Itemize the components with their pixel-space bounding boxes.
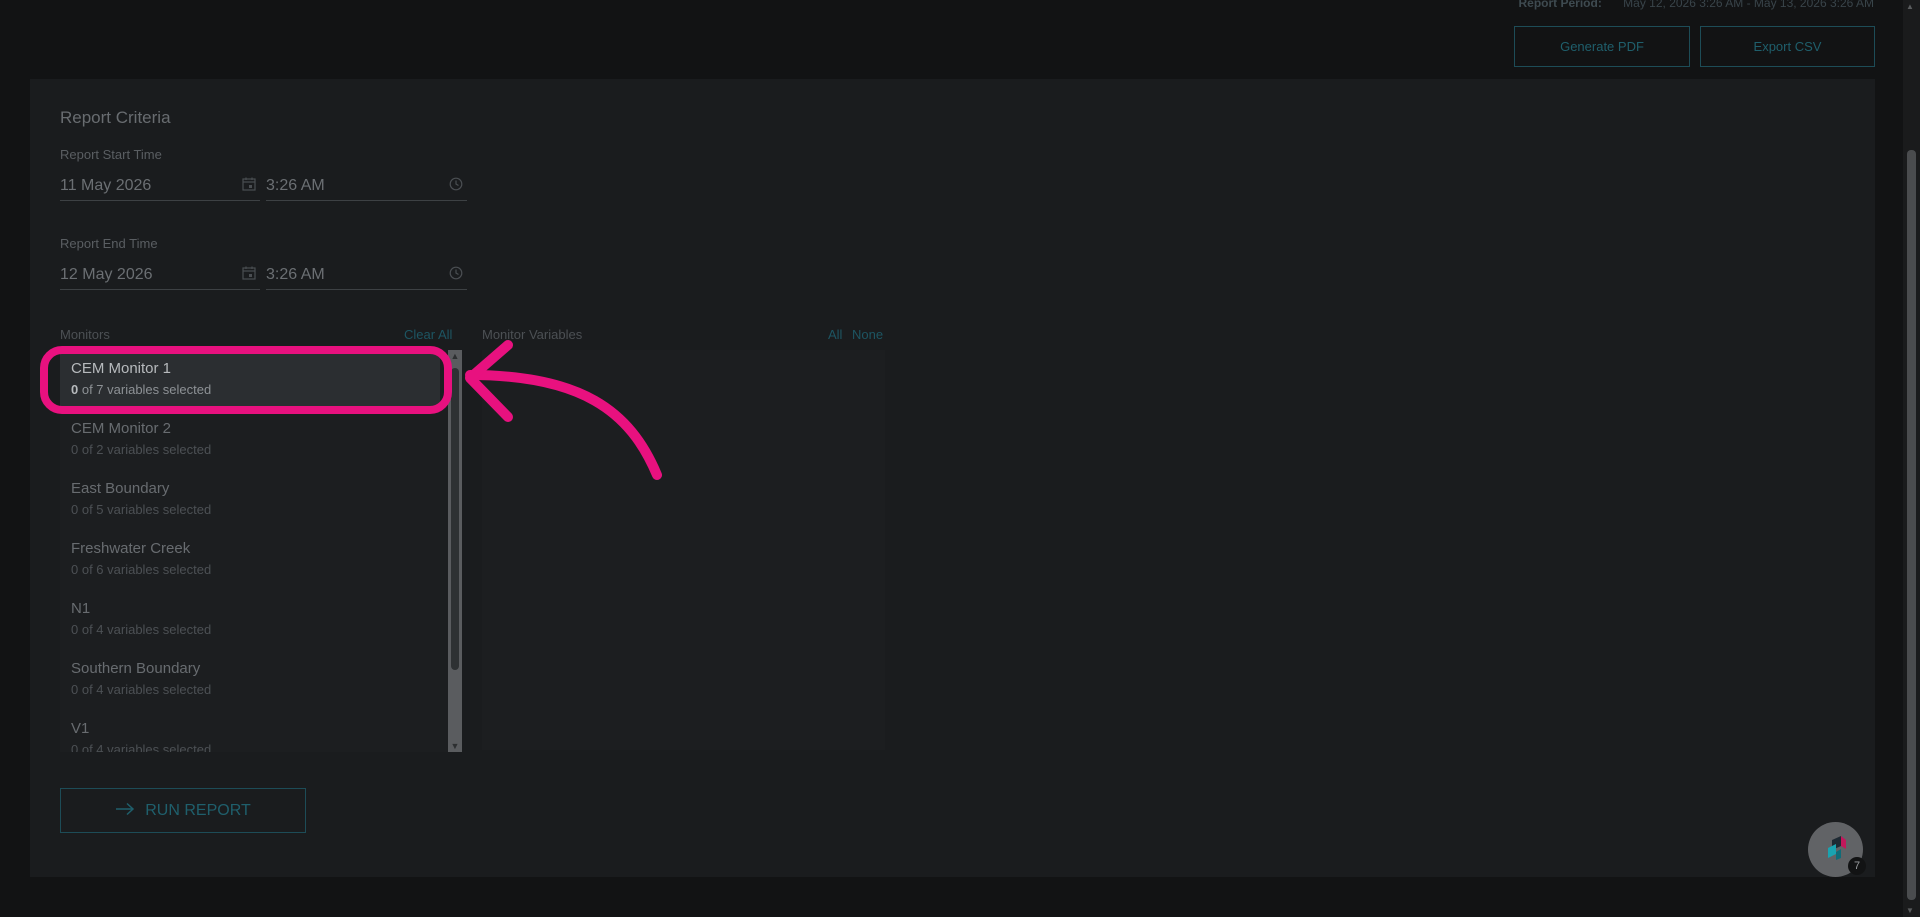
run-report-label: RUN REPORT bbox=[145, 801, 251, 819]
annotation-arrow-icon bbox=[465, 340, 662, 480]
monitor-subtitle: 0 of 4 variables selected bbox=[71, 682, 212, 697]
monitor-subtitle: 0 of 4 variables selected bbox=[71, 622, 212, 637]
report-period-value: May 12, 2026 3:26 AM - May 13, 2026 3:26… bbox=[1623, 0, 1874, 10]
monitor-name: V1 bbox=[71, 720, 90, 737]
monitor-name: Southern Boundary bbox=[71, 660, 201, 677]
page-scrollbar-thumb[interactable] bbox=[1907, 150, 1916, 900]
monitor-subtitle: 0 of 5 variables selected bbox=[71, 502, 212, 517]
monitor-item-v1[interactable]: V1 0 of 4 variables selected bbox=[60, 710, 440, 752]
scroll-down-icon[interactable]: ▼ bbox=[448, 740, 462, 752]
none-variables-link[interactable]: None bbox=[852, 327, 883, 342]
generate-pdf-button[interactable]: Generate PDF bbox=[1514, 26, 1690, 67]
arrow-right-icon bbox=[115, 800, 135, 821]
report-period: Report Period: May 12, 2026 3:26 AM - Ma… bbox=[1518, 0, 1874, 10]
monitor-name: N1 bbox=[71, 600, 91, 617]
monitor-item-freshwater-creek[interactable]: Freshwater Creek 0 of 6 variables select… bbox=[60, 530, 440, 590]
monitor-subtitle: 0 of 6 variables selected bbox=[71, 562, 212, 577]
monitor-item-n1[interactable]: N1 0 of 4 variables selected bbox=[60, 590, 440, 650]
run-report-button[interactable]: RUN REPORT bbox=[60, 788, 306, 833]
export-csv-button[interactable]: Export CSV bbox=[1700, 26, 1875, 67]
scroll-down-icon[interactable]: ▼ bbox=[1906, 906, 1914, 915]
report-period-label: Report Period: bbox=[1518, 0, 1602, 10]
all-variables-link[interactable]: All bbox=[828, 327, 842, 342]
help-badge-count: 7 bbox=[1848, 857, 1866, 875]
monitor-item-southern-boundary[interactable]: Southern Boundary 0 of 4 variables selec… bbox=[60, 650, 440, 710]
monitor-subtitle: 0 of 4 variables selected bbox=[71, 742, 212, 752]
monitor-name: Freshwater Creek bbox=[71, 540, 191, 557]
scroll-up-icon[interactable]: ▲ bbox=[1906, 2, 1914, 11]
page-scrollbar[interactable]: ▲ ▼ bbox=[1903, 0, 1920, 917]
